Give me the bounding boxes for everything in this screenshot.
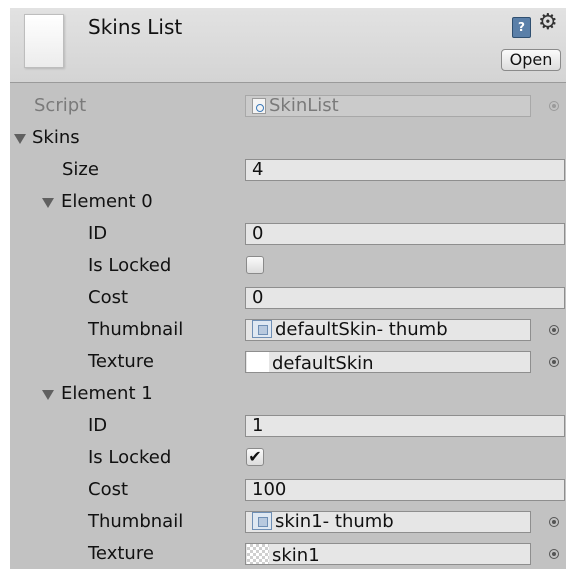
sprite-icon	[252, 512, 272, 530]
script-row: Script SkinList	[10, 92, 566, 122]
object-picker-icon[interactable]	[549, 325, 559, 335]
texture-label: Texture	[88, 351, 154, 372]
inspector-header: Skins List ? ⚙ Open	[10, 8, 566, 83]
element-0-label: Element 0	[61, 191, 153, 212]
cost-label: Cost	[88, 479, 129, 500]
texture-preview-icon	[247, 544, 269, 564]
id-label: ID	[88, 223, 108, 244]
skins-foldout-triangle-icon[interactable]	[14, 134, 26, 144]
gear-icon[interactable]: ⚙	[538, 11, 558, 35]
size-row: Size 4	[10, 156, 566, 186]
thumbnail-label: Thumbnail	[88, 511, 184, 532]
element-1-cost-row: Cost 100	[10, 476, 566, 506]
skins-label: Skins	[32, 127, 80, 148]
inspector-panel: Skins List ? ⚙ Open Script SkinList Skin…	[10, 8, 566, 569]
element-0-id-field[interactable]: 0	[245, 223, 565, 245]
element-1-id-row: ID 1	[10, 412, 566, 442]
element-0-id-row: ID 0	[10, 220, 566, 250]
element-1-locked-row: Is Locked ✔	[10, 444, 566, 474]
element-0-foldout-triangle-icon[interactable]	[42, 198, 54, 208]
element-1-thumbnail-row: Thumbnail skin1- thumb	[10, 508, 566, 538]
element-1-thumbnail-value: skin1- thumb	[275, 511, 394, 532]
open-button[interactable]: Open	[501, 49, 561, 71]
object-picker-icon[interactable]	[549, 357, 559, 367]
element-0-texture-field[interactable]: defaultSkin	[245, 351, 531, 374]
element-1-cost-field[interactable]: 100	[245, 479, 565, 501]
object-picker-icon[interactable]	[549, 549, 559, 559]
is-locked-label: Is Locked	[88, 255, 172, 276]
element-1-texture-row: Texture skin1	[10, 540, 566, 569]
element-0-is-locked-checkbox[interactable]	[246, 256, 264, 274]
element-1-is-locked-checkbox[interactable]: ✔	[246, 448, 264, 466]
element-1-thumbnail-field[interactable]: skin1- thumb	[245, 511, 531, 533]
element-1-foldout-triangle-icon[interactable]	[42, 390, 54, 400]
element-0-locked-row: Is Locked	[10, 252, 566, 282]
script-field-value: SkinList	[269, 95, 339, 116]
skins-foldout[interactable]: Skins	[10, 124, 566, 154]
texture-label: Texture	[88, 543, 154, 564]
element-0-texture-value: defaultSkin	[272, 353, 374, 374]
size-field[interactable]: 4	[245, 159, 565, 181]
script-field: SkinList	[245, 95, 531, 117]
element-0-thumbnail-value: defaultSkin- thumb	[275, 319, 448, 340]
cost-label: Cost	[88, 287, 129, 308]
element-0-cost-field[interactable]: 0	[245, 287, 565, 309]
texture-preview-icon	[247, 352, 269, 372]
script-label: Script	[34, 95, 87, 116]
element-1-foldout[interactable]: Element 1	[10, 380, 566, 410]
element-1-texture-value: skin1	[272, 545, 320, 566]
element-0-cost-row: Cost 0	[10, 284, 566, 314]
script-object-picker-icon	[549, 101, 559, 111]
is-locked-label: Is Locked	[88, 447, 172, 468]
help-icon[interactable]: ?	[512, 17, 531, 38]
asset-title: Skins List	[88, 15, 183, 39]
script-file-icon	[252, 98, 266, 114]
element-0-texture-row: Texture defaultSkin	[10, 348, 566, 378]
element-0-thumbnail-row: Thumbnail defaultSkin- thumb	[10, 316, 566, 346]
element-1-texture-field[interactable]: skin1	[245, 543, 531, 566]
object-picker-icon[interactable]	[549, 517, 559, 527]
id-label: ID	[88, 415, 108, 436]
element-1-label: Element 1	[61, 383, 153, 404]
sprite-icon	[252, 320, 272, 338]
element-1-id-field[interactable]: 1	[245, 415, 565, 437]
thumbnail-label: Thumbnail	[88, 319, 184, 340]
element-0-foldout[interactable]: Element 0	[10, 188, 566, 218]
element-0-thumbnail-field[interactable]: defaultSkin- thumb	[245, 319, 531, 341]
size-label: Size	[62, 159, 99, 180]
asset-document-icon	[24, 14, 64, 68]
